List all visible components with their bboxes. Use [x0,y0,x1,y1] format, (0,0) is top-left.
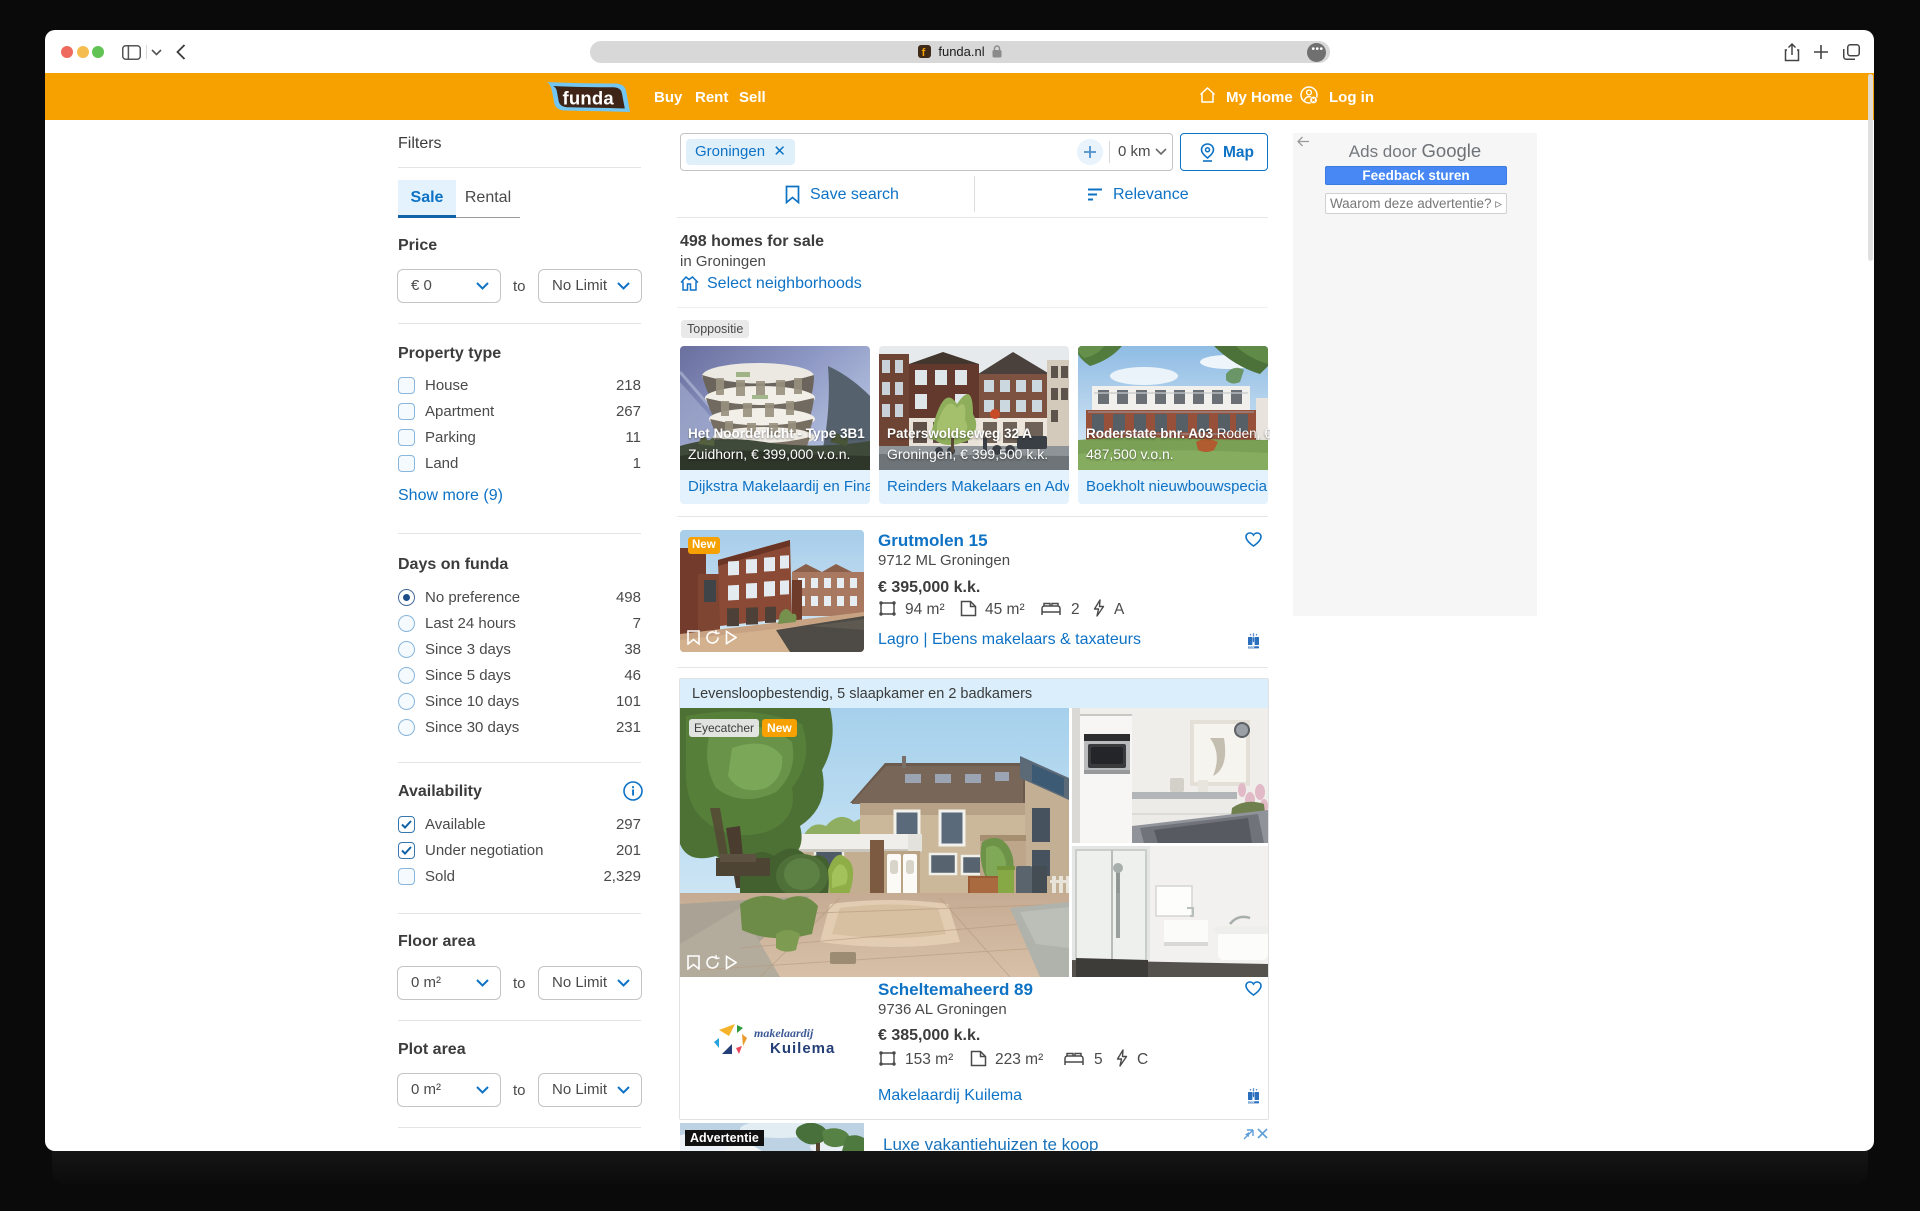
svg-text:funda: funda [563,88,615,109]
svg-text:NVM: NVM [1249,645,1255,649]
svg-text:Kuilema: Kuilema [770,1040,835,1057]
svg-text:NVM: NVM [1249,1100,1255,1104]
svg-text:makelaardij: makelaardij [754,1026,814,1040]
